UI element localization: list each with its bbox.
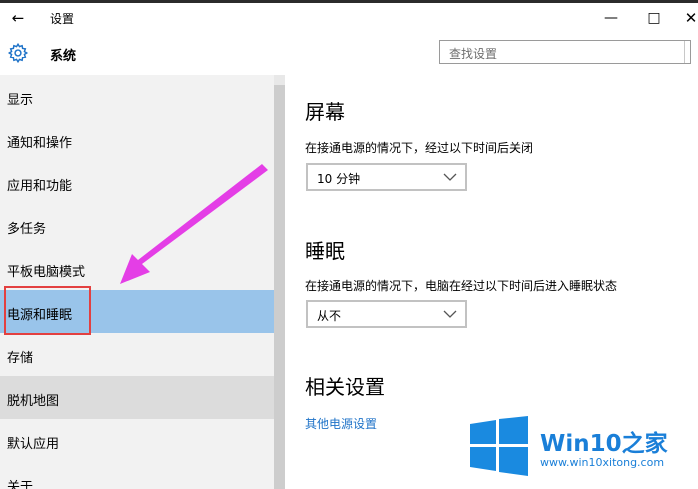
windows-logo-icon — [470, 416, 528, 476]
sidebar-item-notifications[interactable]: 通知和操作 — [0, 118, 274, 161]
annotation-highlight-box — [4, 286, 91, 335]
screen-heading: 屏幕 — [305, 100, 345, 124]
watermark-url: www.win10xitong.com — [540, 456, 665, 469]
sidebar-item-label: 关于 — [7, 480, 34, 489]
chevron-down-icon — [443, 173, 457, 181]
maximize-icon[interactable]: □ — [643, 7, 665, 29]
page-title: 系统 — [50, 49, 77, 64]
back-arrow-icon[interactable]: ← — [8, 9, 28, 27]
dropdown-value: 10 分钟 — [317, 172, 361, 186]
other-power-settings-link[interactable]: 其他电源设置 — [305, 415, 377, 432]
screen-description: 在接通电源的情况下，经过以下时间后关闭 — [305, 141, 534, 155]
sidebar-item-storage[interactable]: 存储 — [0, 333, 274, 376]
gear-icon — [7, 42, 29, 64]
sidebar-item-offline-maps[interactable]: 脱机地图 — [0, 376, 274, 419]
close-icon[interactable]: ✕ — [680, 7, 698, 29]
sidebar-item-display[interactable]: 显示 — [0, 75, 274, 118]
minimize-icon[interactable]: — — [600, 7, 622, 29]
search-input[interactable]: 查找设置 — [439, 40, 691, 64]
sleep-description: 在接通电源的情况下，电脑在经过以下时间后进入睡眠状态 — [305, 279, 618, 293]
search-placeholder: 查找设置 — [449, 47, 498, 61]
sidebar-scrollbar[interactable] — [274, 75, 285, 489]
sidebar-item-label: 显示 — [7, 93, 34, 108]
sidebar-item-label: 多任务 — [7, 222, 47, 237]
sidebar-item-label: 应用和功能 — [7, 179, 73, 194]
sidebar-item-label: 通知和操作 — [7, 136, 73, 151]
annotation-arrow — [120, 164, 268, 284]
related-settings-heading: 相关设置 — [305, 375, 385, 399]
scrollbar-thumb[interactable] — [274, 85, 285, 489]
chevron-down-icon — [443, 310, 457, 318]
sleep-heading: 睡眠 — [305, 239, 345, 263]
sidebar-item-label: 默认应用 — [7, 437, 60, 452]
title-bar: ← 设置 — □ ✕ — [0, 3, 698, 33]
screen-timeout-dropdown[interactable]: 10 分钟 — [306, 163, 467, 191]
window-title: 设置 — [50, 12, 75, 26]
sidebar-item-default-apps[interactable]: 默认应用 — [0, 419, 274, 462]
watermark-brand: Win10之家 — [540, 431, 668, 457]
sidebar-item-label: 脱机地图 — [7, 394, 60, 409]
search-icon[interactable] — [684, 41, 690, 63]
dropdown-value: 从不 — [317, 309, 342, 323]
sidebar-item-about[interactable]: 关于 — [0, 462, 274, 489]
sleep-timeout-dropdown[interactable]: 从不 — [306, 300, 467, 328]
sidebar-item-label: 平板电脑模式 — [7, 265, 86, 280]
sidebar-item-label: 存储 — [7, 351, 34, 366]
